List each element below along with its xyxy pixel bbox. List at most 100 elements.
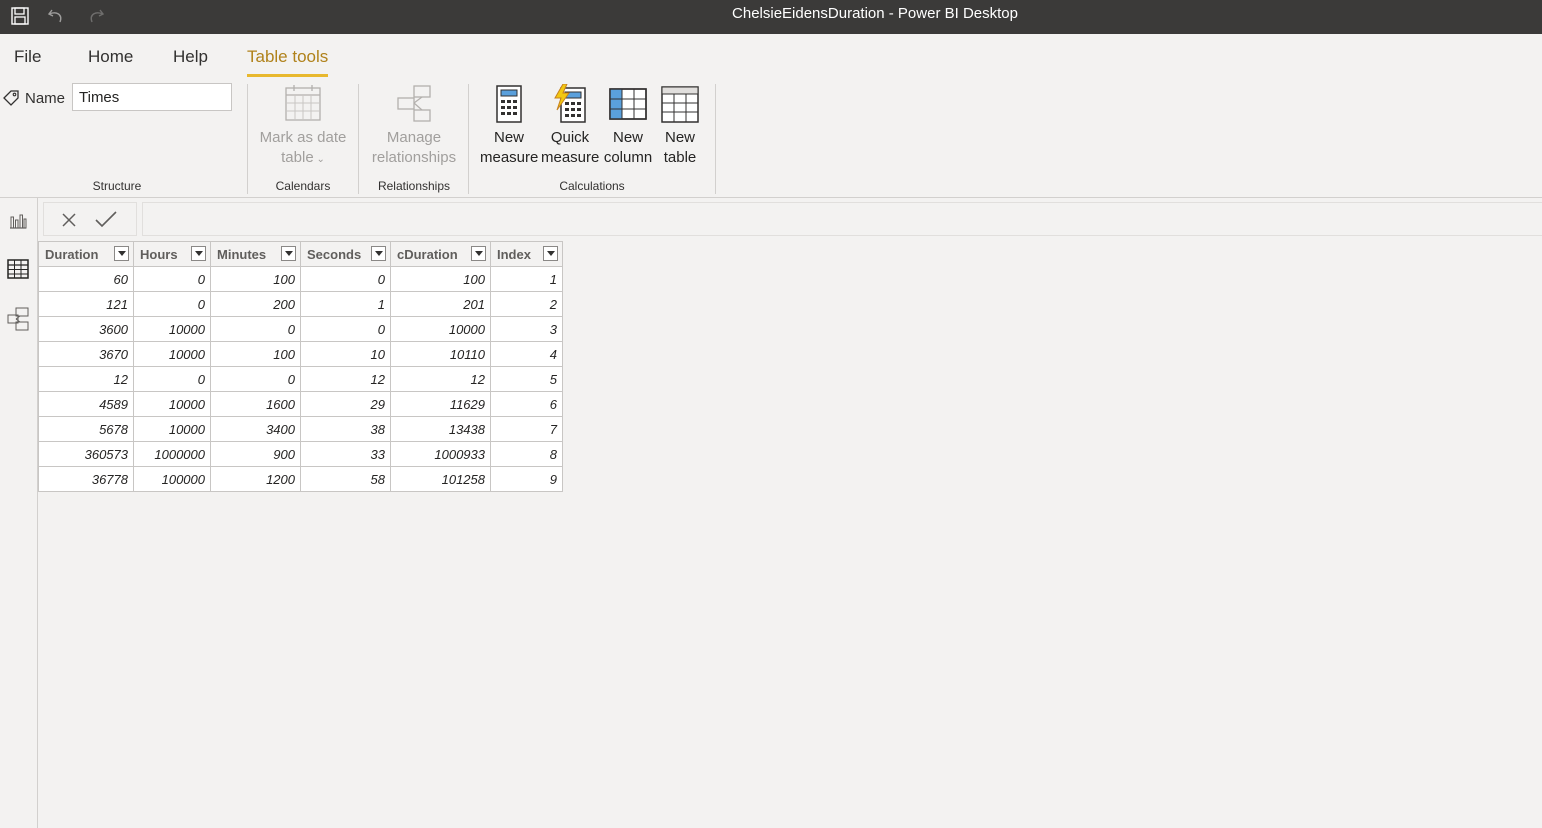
table-cell[interactable]: 0: [133, 366, 211, 392]
table-cell[interactable]: 33: [300, 441, 391, 467]
table-cell[interactable]: 5: [490, 366, 563, 392]
table-cell[interactable]: 200: [210, 291, 301, 317]
filter-dropdown-icon[interactable]: [371, 246, 386, 261]
table-cell[interactable]: 10000: [390, 316, 491, 342]
new-table-button[interactable]: New table: [657, 84, 703, 168]
table-cell[interactable]: 10000: [133, 416, 211, 442]
table-cell[interactable]: 10: [300, 341, 391, 367]
mark-as-date-label-line1: Mark as date: [259, 129, 347, 146]
table-cell[interactable]: 1000000: [133, 441, 211, 467]
table-cell[interactable]: 900: [210, 441, 301, 467]
table-cell[interactable]: 10000: [133, 316, 211, 342]
table-cell[interactable]: 11629: [390, 391, 491, 417]
table-cell[interactable]: 3600: [38, 316, 134, 342]
table-row: 360573 1000000 900 33 1000933 8: [38, 441, 563, 467]
table-cell[interactable]: 13438: [390, 416, 491, 442]
data-view-icon[interactable]: [4, 255, 32, 283]
calculator-icon: [496, 85, 522, 123]
calendar-icon: [285, 85, 321, 121]
model-view-icon[interactable]: [4, 305, 32, 333]
commit-formula-icon[interactable]: [95, 209, 117, 231]
table-cell[interactable]: 1: [490, 266, 563, 292]
new-table-icon: [661, 86, 699, 123]
table-cell[interactable]: 4: [490, 341, 563, 367]
new-measure-button[interactable]: New measure: [480, 84, 538, 168]
table-cell[interactable]: 12: [38, 366, 134, 392]
tab-help[interactable]: Help: [173, 47, 208, 75]
mark-as-date-label-line2: table: [281, 149, 314, 166]
filter-dropdown-icon[interactable]: [543, 246, 558, 261]
table-cell[interactable]: 12: [300, 366, 391, 392]
table-row: 60 0 100 0 100 1: [38, 266, 563, 292]
formula-bar-input[interactable]: [142, 202, 1542, 236]
new-column-button[interactable]: New column: [602, 84, 654, 168]
table-cell[interactable]: 29: [300, 391, 391, 417]
table-cell[interactable]: 10000: [133, 391, 211, 417]
tab-table-tools[interactable]: Table tools: [247, 47, 329, 77]
ribbon: File Home Help Table tools Name Structur…: [0, 34, 1542, 198]
table-cell[interactable]: 360573: [38, 441, 134, 467]
table-name-input[interactable]: [72, 83, 232, 111]
group-divider: [358, 84, 359, 194]
column-header[interactable]: Duration: [38, 241, 134, 267]
table-cell[interactable]: 0: [300, 266, 391, 292]
column-header[interactable]: Minutes: [210, 241, 301, 267]
table-cell[interactable]: 12: [390, 366, 491, 392]
table-cell[interactable]: 101258: [390, 466, 491, 492]
quick-measure-icon: [554, 84, 586, 123]
table-cell[interactable]: 4589: [38, 391, 134, 417]
table-cell[interactable]: 2: [490, 291, 563, 317]
table-cell[interactable]: 1: [300, 291, 391, 317]
table-cell[interactable]: 8: [490, 441, 563, 467]
quick-measure-label-line1: Quick: [550, 129, 590, 146]
manage-relationships-button[interactable]: Manage relationships: [364, 84, 464, 168]
table-cell[interactable]: 7: [490, 416, 563, 442]
table-cell[interactable]: 100: [210, 341, 301, 367]
table-cell[interactable]: 3: [490, 316, 563, 342]
table-cell[interactable]: 3670: [38, 341, 134, 367]
mark-as-date-table-button[interactable]: Mark as date table ⌄: [256, 84, 350, 170]
table-cell[interactable]: 0: [133, 266, 211, 292]
table-cell[interactable]: 1200: [210, 466, 301, 492]
column-header[interactable]: Hours: [133, 241, 211, 267]
filter-dropdown-icon[interactable]: [281, 246, 296, 261]
table-cell[interactable]: 38: [300, 416, 391, 442]
table-row: 36778 100000 1200 58 101258 9: [38, 466, 563, 492]
column-header[interactable]: cDuration: [390, 241, 491, 267]
table-cell[interactable]: 5678: [38, 416, 134, 442]
table-cell[interactable]: 9: [490, 466, 563, 492]
filter-dropdown-icon[interactable]: [191, 246, 206, 261]
table-cell[interactable]: 60: [38, 266, 134, 292]
table-cell[interactable]: 36778: [38, 466, 134, 492]
table-cell[interactable]: 1000933: [390, 441, 491, 467]
table-cell[interactable]: 100: [390, 266, 491, 292]
column-header[interactable]: Index: [490, 241, 563, 267]
tab-file[interactable]: File: [14, 47, 41, 75]
cancel-formula-icon[interactable]: [58, 209, 80, 231]
table-row: 121 0 200 1 201 2: [38, 291, 563, 317]
table-cell[interactable]: 10110: [390, 341, 491, 367]
tab-home[interactable]: Home: [88, 47, 133, 75]
table-cell[interactable]: 0: [300, 316, 391, 342]
quick-measure-button[interactable]: Quick measure: [541, 84, 599, 168]
table-cell[interactable]: 6: [490, 391, 563, 417]
table-cell[interactable]: 100: [210, 266, 301, 292]
table-cell[interactable]: 201: [390, 291, 491, 317]
table-cell[interactable]: 10000: [133, 341, 211, 367]
filter-dropdown-icon[interactable]: [471, 246, 486, 261]
table-cell[interactable]: 1600: [210, 391, 301, 417]
title-bar: ChelsieEidensDuration - Power BI Desktop: [0, 0, 1542, 34]
table-cell[interactable]: 0: [210, 366, 301, 392]
group-label-calendars: Calendars: [275, 179, 331, 193]
table-cell[interactable]: 100000: [133, 466, 211, 492]
filter-dropdown-icon[interactable]: [114, 246, 129, 261]
table-cell[interactable]: 0: [133, 291, 211, 317]
column-header[interactable]: Seconds: [300, 241, 391, 267]
table-cell[interactable]: 3400: [210, 416, 301, 442]
table-cell[interactable]: 121: [38, 291, 134, 317]
relationships-icon: [397, 85, 431, 122]
report-view-icon[interactable]: [4, 206, 32, 234]
table-cell[interactable]: 0: [210, 316, 301, 342]
table-cell[interactable]: 58: [300, 466, 391, 492]
table-row: 3670 10000 100 10 10110 4: [38, 341, 563, 367]
